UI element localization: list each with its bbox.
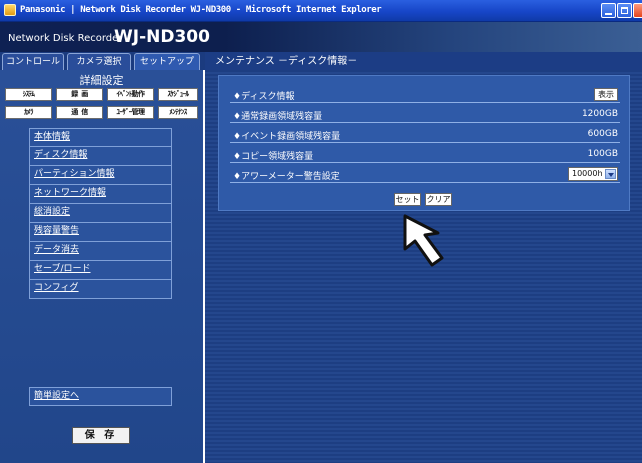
row-label: ♦通常録画領域残容量 xyxy=(233,112,323,122)
nav-item-save-load[interactable]: セーブ/ロード xyxy=(29,261,172,280)
row-label: ♦アワーメーター警告設定 xyxy=(233,172,340,182)
menu-button-event[interactable]: ｲﾍﾞﾝﾄ動作 xyxy=(107,88,154,101)
maintenance-nav-list: 本体情報 ディスク情報 パーティション情報 ネットワーク情報 総消設定 残容量警… xyxy=(29,128,172,299)
window-title: Panasonic | Network Disk Recorder WJ-ND3… xyxy=(20,5,382,15)
tab-setup[interactable]: セットアップ xyxy=(134,53,200,70)
menu-button-recording[interactable]: 録 画 xyxy=(56,88,103,101)
clear-button[interactable]: クリア xyxy=(425,193,452,206)
nav-item-unit-info[interactable]: 本体情報 xyxy=(29,128,172,147)
menu-button-camera[interactable]: ｶﾒﾗ xyxy=(5,106,52,119)
sidebar: 詳細設定 ｼｽﾃﾑ 録 画 ｲﾍﾞﾝﾄ動作 ｽｹｼﾞｭｰﾙ ｶﾒﾗ 通 信 ﾕｰ… xyxy=(0,70,203,463)
minimize-button[interactable] xyxy=(601,3,616,18)
nav-item-disk-info[interactable]: ディスク情報 xyxy=(29,147,172,166)
maximize-icon xyxy=(621,7,628,14)
row-value: 100GB xyxy=(587,149,618,159)
easy-setup-link[interactable]: 簡単設定へ xyxy=(29,387,172,406)
maximize-button[interactable] xyxy=(617,3,632,18)
sidebar-heading: 詳細設定 xyxy=(79,74,124,87)
nav-item-settings[interactable]: 総消設定 xyxy=(29,204,172,223)
row-label: ♦ディスク情報 xyxy=(233,92,295,102)
tab-control[interactable]: コントロール xyxy=(2,53,64,70)
row-label: ♦イベント録画領域残容量 xyxy=(233,132,341,142)
row-normal-recording-capacity: ♦通常録画領域残容量 1200GB xyxy=(230,106,620,123)
disk-info-box: ♦ディスク情報 表示 ♦通常録画領域残容量 1200GB ♦イベント録画領域残容… xyxy=(218,75,630,211)
nav-item-network-info[interactable]: ネットワーク情報 xyxy=(29,185,172,204)
select-value: 10000h xyxy=(572,169,603,178)
set-button[interactable]: セット xyxy=(394,193,421,206)
pointer-arrow-icon xyxy=(403,214,444,267)
show-disk-info-button[interactable]: 表示 xyxy=(594,88,618,101)
row-copy-area-capacity: ♦コピー領域残容量 100GB xyxy=(230,146,620,163)
close-button[interactable] xyxy=(633,3,642,18)
window-titlebar: Panasonic | Network Disk Recorder WJ-ND3… xyxy=(0,0,642,22)
row-event-recording-capacity: ♦イベント録画領域残容量 600GB xyxy=(230,126,620,143)
row-value: 1200GB xyxy=(581,109,618,119)
minimize-icon xyxy=(605,13,612,15)
menu-button-maintenance[interactable]: ﾒﾝﾃﾅﾝｽ xyxy=(158,106,198,119)
row-hour-meter-warning: ♦アワーメーター警告設定 10000h xyxy=(230,166,620,183)
nav-item-data-delete[interactable]: データ消去 xyxy=(29,242,172,261)
nav-item-partition-info[interactable]: パーティション情報 xyxy=(29,166,172,185)
nav-item-config[interactable]: コンフィグ xyxy=(29,280,172,299)
header-product-name: Network Disk Recorder xyxy=(8,33,123,44)
tab-camera-select[interactable]: カメラ選択 xyxy=(67,53,131,70)
menu-button-system[interactable]: ｼｽﾃﾑ xyxy=(5,88,52,101)
header-model-name: WJ-ND300 xyxy=(114,27,210,47)
save-button[interactable]: 保 存 xyxy=(72,427,130,444)
menu-button-user-management[interactable]: ﾕｰｻﾞｰ管理 xyxy=(107,106,154,119)
chevron-down-icon xyxy=(605,169,616,179)
row-label: ♦コピー領域残容量 xyxy=(233,152,314,162)
page-title: メンテナンス －ディスク情報－ xyxy=(215,56,358,67)
nav-item-capacity-warning[interactable]: 残容量警告 xyxy=(29,223,172,242)
browser-app-icon xyxy=(4,4,16,16)
row-disk-info: ♦ディスク情報 表示 xyxy=(230,86,620,103)
menu-button-communication[interactable]: 通 信 xyxy=(56,106,103,119)
menu-button-schedule[interactable]: ｽｹｼﾞｭｰﾙ xyxy=(158,88,198,101)
app-header: Network Disk Recorder WJ-ND300 xyxy=(0,22,642,52)
hour-meter-select[interactable]: 10000h xyxy=(568,167,618,181)
row-value: 600GB xyxy=(587,129,618,139)
